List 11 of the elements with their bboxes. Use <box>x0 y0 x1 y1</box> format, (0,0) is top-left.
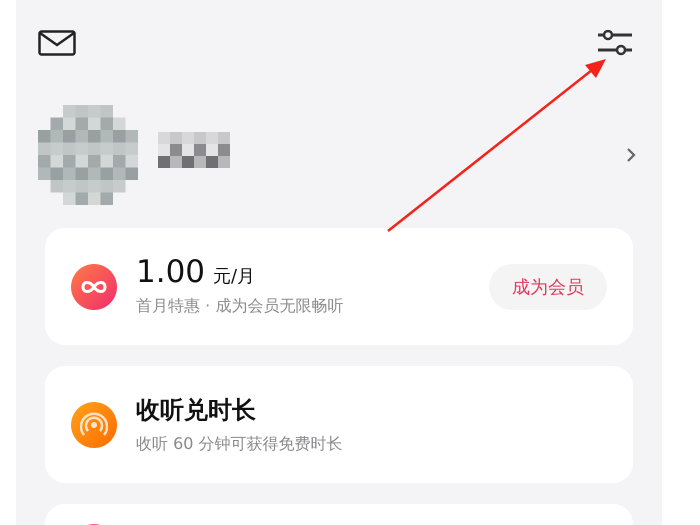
price: 1.00 <box>136 256 206 288</box>
mail-icon[interactable] <box>38 30 76 56</box>
settings-icon[interactable] <box>598 30 632 56</box>
become-member-button[interactable]: 成为会员 <box>489 264 607 310</box>
membership-subtitle: 首月特惠 · 成为会员无限畅听 <box>136 296 344 316</box>
price-unit: 元/月 <box>213 264 256 288</box>
chevron-right-icon[interactable] <box>626 147 636 163</box>
broadcast-icon <box>71 402 117 448</box>
infinity-icon <box>71 264 117 310</box>
reward-title: 收听兑时长 <box>136 395 257 426</box>
reward-subtitle: 收听 60 分钟可获得免费时长 <box>136 434 344 455</box>
